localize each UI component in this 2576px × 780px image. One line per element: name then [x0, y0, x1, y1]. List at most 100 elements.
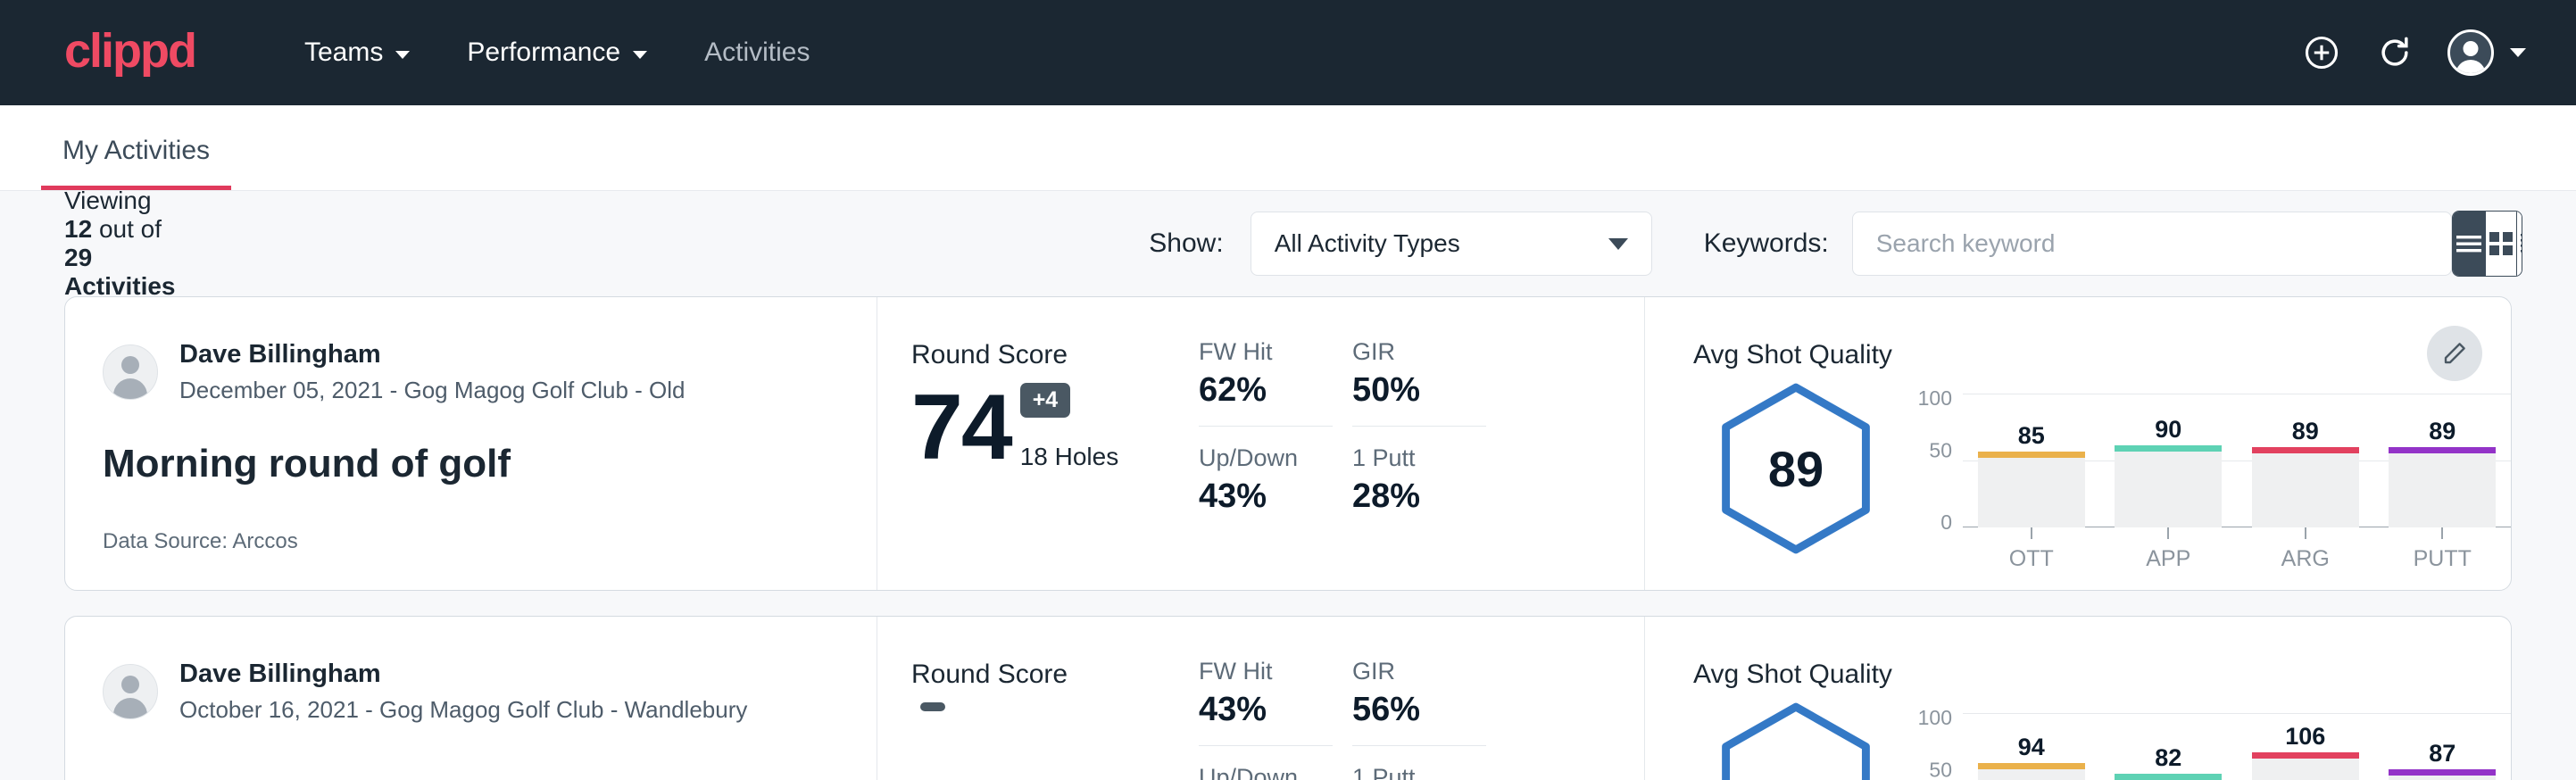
bar-value: 90: [2155, 416, 2181, 444]
quality-hexagon: 89: [1693, 376, 1899, 556]
stat-one-putt: 1 Putt: [1352, 764, 1486, 780]
bar-rect: [1978, 452, 2085, 527]
avg-shot-quality-label: Avg Shot Quality: [1693, 340, 2511, 370]
stat-label: FW Hit: [1199, 338, 1333, 366]
edit-activity-button[interactable]: [2427, 326, 2482, 381]
player-avatar-icon: [103, 664, 158, 719]
stat-value: 43%: [1199, 477, 1333, 516]
quality-hexagon-value: 89: [1716, 381, 1876, 556]
stat-label: FW Hit: [1199, 658, 1333, 685]
stat-up-down: Up/Down 43%: [1199, 444, 1333, 516]
stat-label: 1 Putt: [1352, 444, 1486, 472]
chart-plot-area: 94 82 106: [1963, 713, 2511, 780]
y-tick: 100: [1918, 388, 1952, 409]
round-score-row: [911, 702, 1199, 736]
tab-my-activities[interactable]: My Activities: [41, 136, 231, 190]
y-tick: 50: [1929, 440, 1952, 461]
x-tick-label: APP: [2146, 546, 2190, 572]
keywords-label: Keywords:: [1704, 228, 1829, 259]
chart-y-axis: 100 50 0: [1907, 394, 1963, 527]
refresh-icon[interactable]: [2374, 32, 2415, 73]
stat-label: Up/Down: [1199, 444, 1333, 472]
bar-rect: [1978, 763, 2085, 780]
activity-card[interactable]: Dave Billingham December 05, 2021 - Gog …: [64, 296, 2512, 591]
round-score-label: Round Score: [911, 660, 1199, 690]
activity-identity: Dave Billingham December 05, 2021 - Gog …: [65, 297, 877, 590]
bar-ott: 94: [1978, 734, 2085, 780]
round-score-section: Round Score: [877, 617, 1199, 780]
view-mode-toggle: [2452, 211, 2522, 277]
nav-item-label: Teams: [304, 37, 383, 68]
bar-rect: [2252, 752, 2359, 780]
round-score-row: 74 +4 18 Holes: [911, 383, 1199, 471]
stat-label: GIR: [1352, 338, 1486, 366]
main-nav: Teams Performance Activities: [276, 29, 838, 77]
tab-bar: My Activities: [0, 105, 2576, 191]
bar-putt: 89: [2389, 418, 2496, 527]
bar-rect: [2115, 445, 2222, 527]
chevron-down-icon: [633, 51, 647, 59]
bar-value: 87: [2429, 740, 2456, 768]
clippd-logo[interactable]: clippd: [64, 27, 195, 75]
chart-y-axis: 100 50 0: [1907, 713, 1963, 780]
score-to-par-badge: +4: [1020, 383, 1071, 418]
activity-meta: October 16, 2021 - Gog Magog Golf Club -…: [179, 696, 747, 724]
player-row: Dave Billingham October 16, 2021 - Gog M…: [103, 660, 877, 724]
holes-played: 18 Holes: [1020, 443, 1119, 471]
compact-view-button[interactable]: [2517, 212, 2522, 276]
activity-card-list: Dave Billingham December 05, 2021 - Gog …: [0, 296, 2576, 780]
viewing-count-text: Viewing 12 out of 29 Activities: [64, 187, 180, 301]
nav-item-teams[interactable]: Teams: [276, 29, 438, 77]
player-row: Dave Billingham December 05, 2021 - Gog …: [103, 340, 877, 404]
plus-circle-icon[interactable]: [2301, 32, 2342, 73]
round-stats: FW Hit 62% GIR 50% Up/Down 43% 1 Putt 28…: [1199, 297, 1645, 590]
list-view-button[interactable]: [2453, 212, 2486, 276]
chart-bars: 85 90 89: [1963, 394, 2511, 527]
avatar: [2447, 29, 2494, 76]
activity-card[interactable]: Dave Billingham October 16, 2021 - Gog M…: [64, 616, 2512, 780]
nav-item-activities[interactable]: Activities: [676, 29, 838, 77]
filter-controls: Show: All Activity Types Keywords:: [1149, 212, 2451, 276]
bar-arg: 89: [2252, 418, 2359, 527]
activity-type-select[interactable]: All Activity Types: [1251, 212, 1652, 276]
bar-rect: [2389, 447, 2496, 527]
quality-hexagon: [1693, 695, 1899, 780]
bar-rect: [2252, 447, 2359, 527]
avg-shot-quality-section: Avg Shot Quality 100 50: [1645, 617, 2511, 780]
avg-shot-quality-section: Avg Shot Quality 89 100 50: [1645, 297, 2511, 590]
player-name: Dave Billingham: [179, 660, 747, 689]
chart-bars: 94 82 106: [1963, 713, 2511, 780]
x-tick-label: OTT: [2009, 546, 2054, 572]
activity-title: Morning round of golf: [103, 442, 877, 486]
grid-view-button[interactable]: [2486, 212, 2517, 276]
player-avatar-icon: [103, 344, 158, 400]
bar-value: 94: [2018, 734, 2045, 761]
stat-label: 1 Putt: [1352, 764, 1486, 780]
x-tick-label: ARG: [2281, 546, 2330, 572]
nav-item-label: Performance: [467, 37, 620, 68]
bar-value: 106: [2285, 723, 2325, 751]
bar-ott: 85: [1978, 422, 2085, 527]
bar-value: 89: [2292, 418, 2319, 445]
avg-shot-quality-label: Avg Shot Quality: [1693, 660, 2511, 690]
activity-identity: Dave Billingham October 16, 2021 - Gog M…: [65, 617, 877, 780]
account-avatar[interactable]: [2447, 29, 2526, 76]
nav-item-performance[interactable]: Performance: [438, 29, 676, 77]
app-header: clippd Teams Performance Activities: [0, 0, 2576, 105]
search-input[interactable]: [1852, 212, 2452, 276]
show-label: Show:: [1149, 228, 1223, 259]
chevron-down-icon: [395, 51, 410, 59]
stat-value: 43%: [1199, 691, 1333, 729]
player-name: Dave Billingham: [179, 340, 686, 369]
round-score-section: Round Score 74 +4 18 Holes: [877, 297, 1199, 590]
stat-label: GIR: [1352, 658, 1486, 685]
bar-value: 89: [2429, 418, 2456, 445]
chevron-down-icon: [1608, 238, 1628, 250]
viewing-prefix: Viewing: [64, 187, 152, 214]
quality-hexagon-value: [1716, 701, 1876, 780]
bar-rect: [2389, 769, 2496, 780]
nav-item-label: Activities: [704, 37, 810, 68]
header-actions: [2301, 29, 2526, 76]
bar-app: 82: [2115, 744, 2222, 780]
data-source: Data Source: Arccos: [103, 529, 877, 554]
